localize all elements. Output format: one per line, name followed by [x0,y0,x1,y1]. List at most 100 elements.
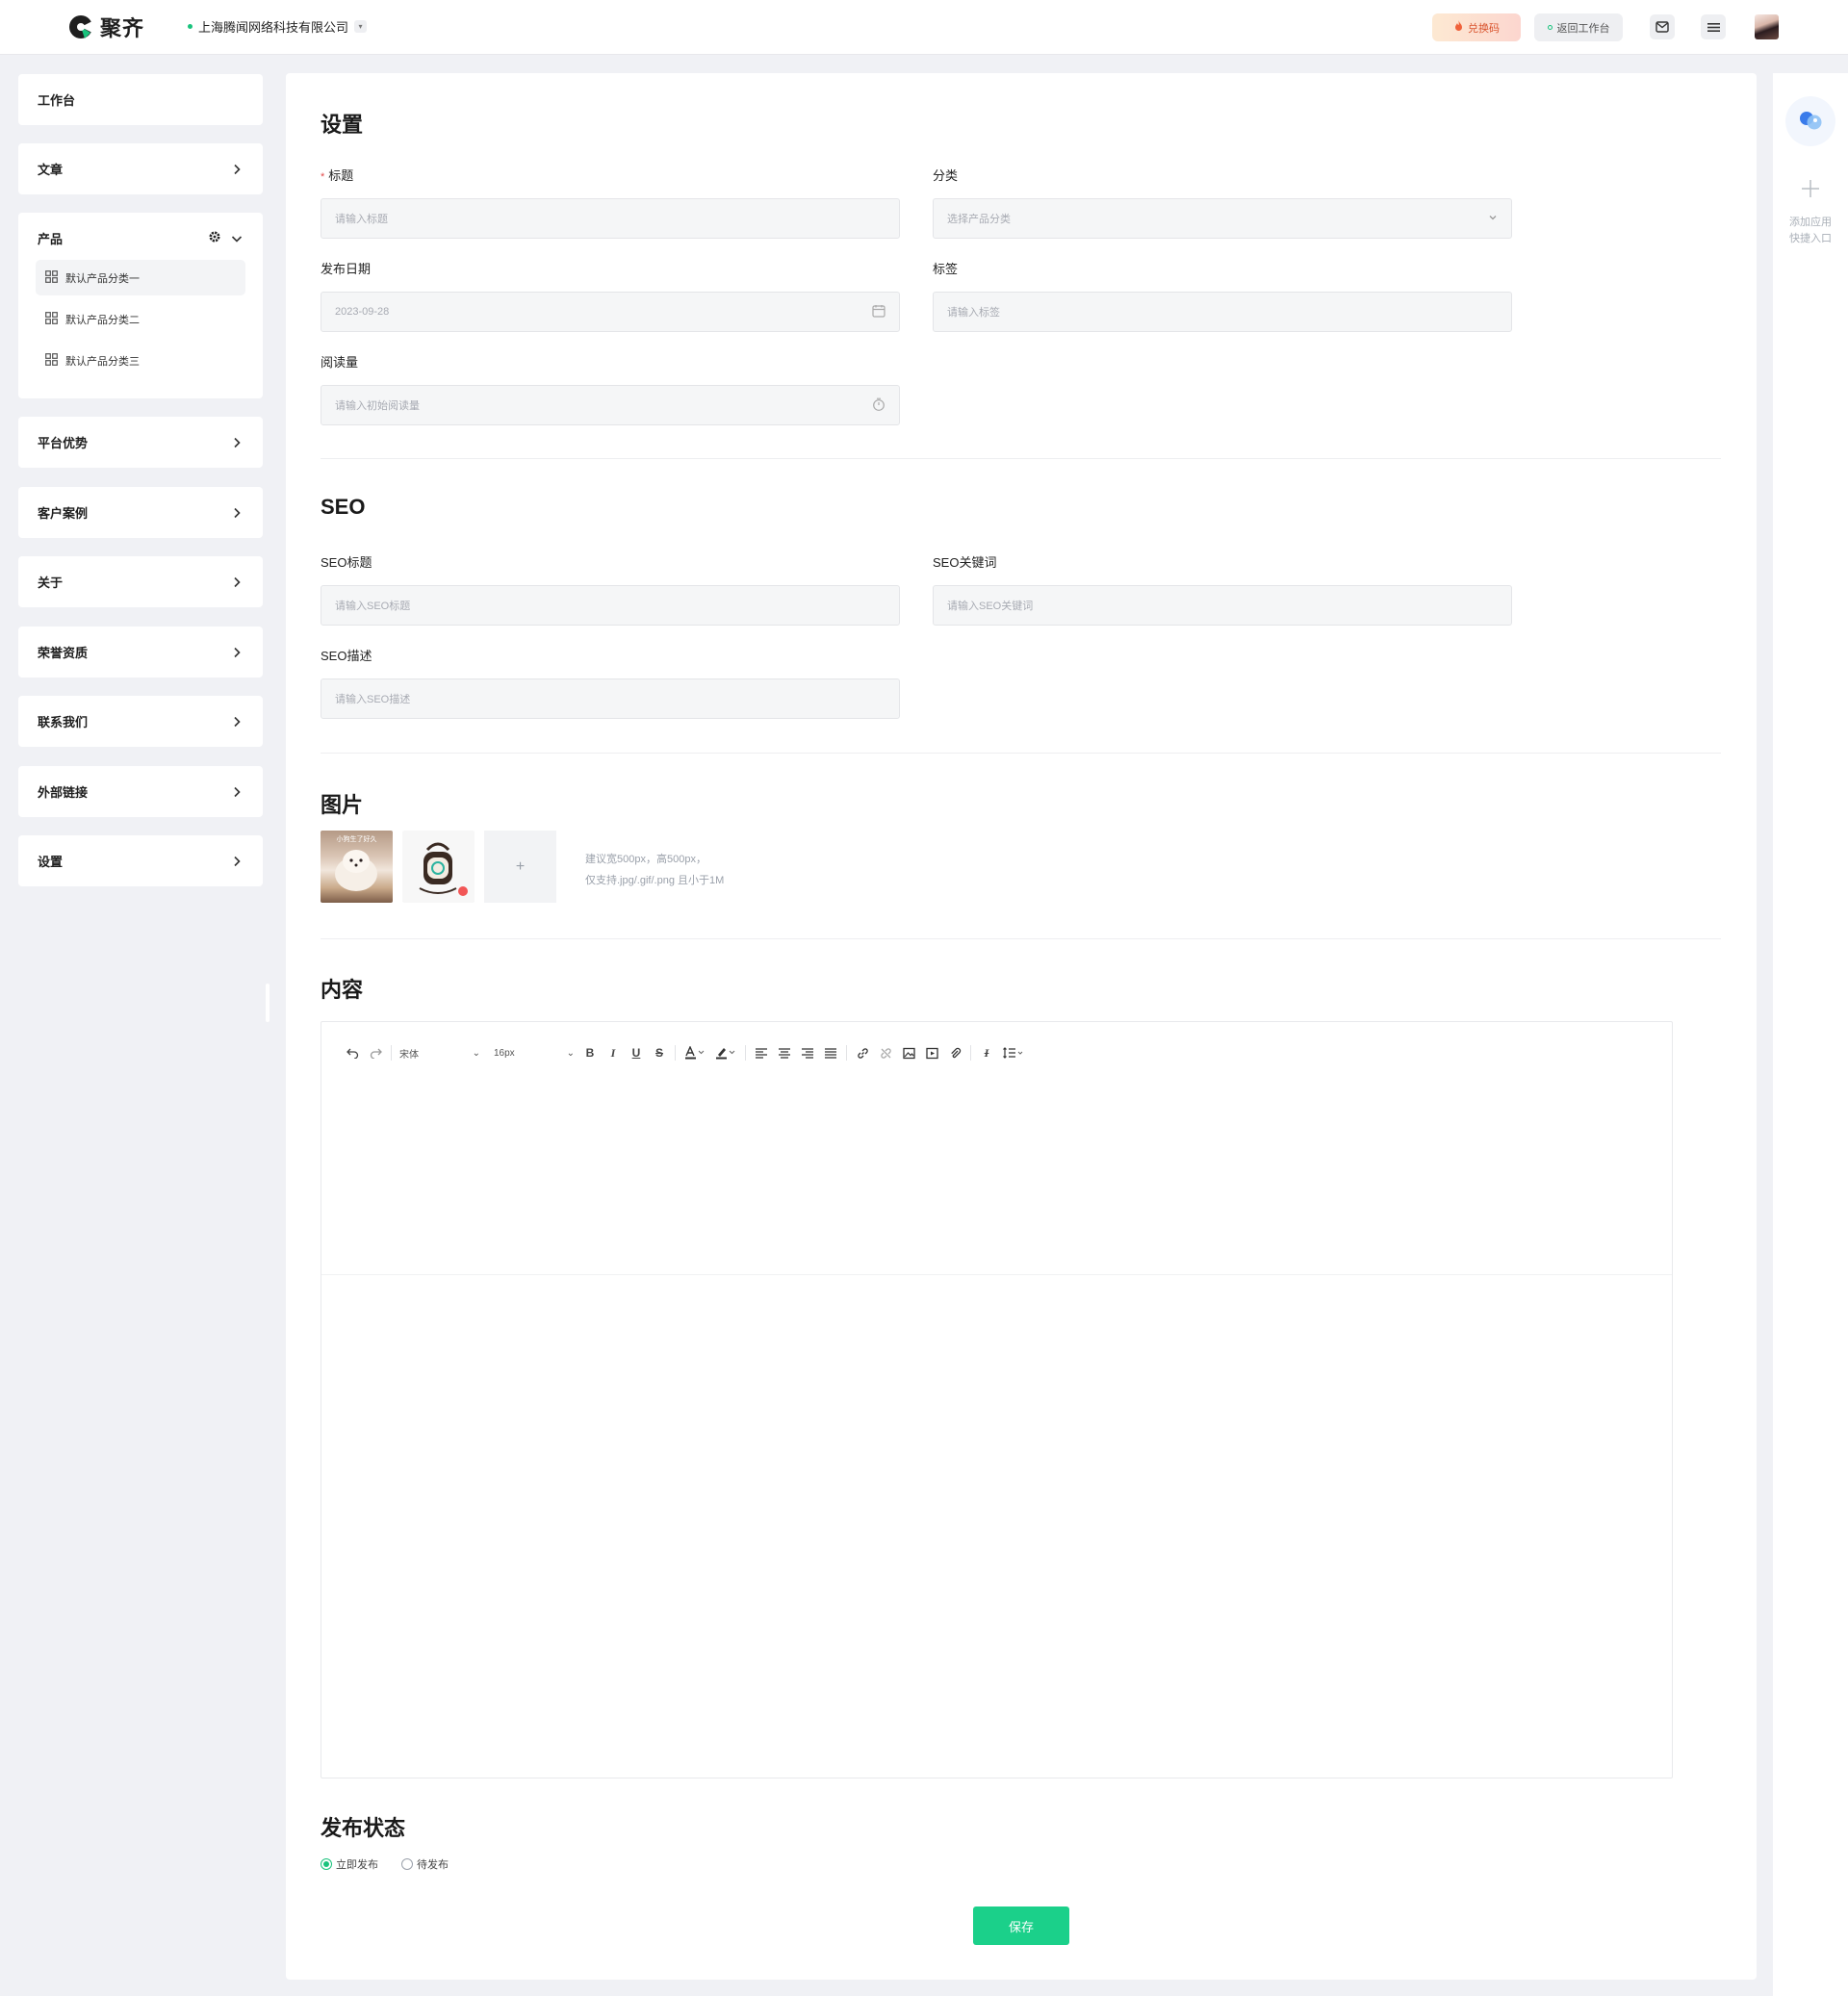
align-right-icon[interactable] [800,1045,815,1061]
highlight-color-icon[interactable] [714,1045,737,1061]
user-avatar[interactable] [1755,14,1779,39]
publish-section-title: 发布状态 [321,1816,406,1840]
underline-icon[interactable]: U [629,1045,644,1061]
sidebar-item-about[interactable]: 关于 [18,556,263,607]
mail-icon[interactable] [1650,14,1675,39]
publish-pending-radio[interactable]: 待发布 [401,1856,449,1872]
editor-toolbar: 宋体 ⌄ 16px ⌄ B I U S I [345,1041,1025,1064]
company-name: 上海腾闻网络科技有限公司 [198,20,349,35]
strikethrough-icon[interactable]: S [652,1045,667,1061]
chevron-down-icon[interactable] [230,232,244,245]
sidebar-item-customer-cases[interactable]: 客户案例 [18,487,263,538]
bold-icon[interactable]: B [582,1045,598,1061]
sidebar-item-contact[interactable]: 联系我们 [18,696,263,747]
sidebar-item-label: 文章 [38,163,64,177]
sidebar-item-label: 平台优势 [38,436,89,450]
sidebar-item-articles[interactable]: 文章 [18,143,263,194]
workbench-icon [1547,25,1553,30]
font-size-select[interactable]: 16px ⌄ [494,1048,575,1059]
sidebar-subitem-category-1[interactable]: 默认产品分类一 [36,260,245,295]
redeem-label: 兑换码 [1468,22,1500,35]
video-icon[interactable] [924,1045,939,1061]
sidebar-item-honors[interactable]: 荣誉资质 [18,627,263,678]
timer-icon [872,397,886,414]
seo-description-label: SEO描述 [321,649,372,663]
upload-hint: 建议宽500px，高500px， 仅支持.jpg/.gif/.png 且小于1M [585,854,725,886]
toolbar-separator [391,1045,392,1061]
editor-body-divider [321,1274,1672,1275]
italic-icon[interactable]: I [605,1045,621,1061]
category-label: 分类 [933,168,959,183]
chevron-right-icon [230,163,244,176]
views-input[interactable]: 请输入初始阅读量 [321,385,900,425]
sidebar-item-external-links[interactable]: 外部链接 [18,766,263,817]
menu-icon[interactable] [1701,14,1726,39]
switch-icon[interactable]: ▾ [354,20,368,33]
app-shortcut-icon[interactable] [1785,96,1835,146]
link-icon[interactable] [855,1045,870,1061]
add-app-label: 添加应用 快捷入口 [1789,217,1832,244]
sidebar-subitem-category-2[interactable]: 默认产品分类二 [36,301,245,337]
top-bar: 聚齐 上海腾闻网络科技有限公司 ▾ 兑换码 返回工作台 [0,0,1848,55]
chevron-right-icon [230,646,244,659]
chevron-down-icon: ⌄ [472,1047,480,1059]
views-label: 阅读量 [321,355,359,370]
sidebar-item-workbench[interactable]: 工作台 [18,74,263,125]
line-height-icon[interactable] [1002,1045,1025,1061]
seo-description-input[interactable]: 请输入SEO描述 [321,678,900,719]
align-left-icon[interactable] [754,1045,769,1061]
sidebar-item-label: 关于 [38,576,64,590]
seo-title-label: SEO标题 [321,555,372,570]
font-family-select[interactable]: 宋体 ⌄ [399,1046,480,1061]
sidebar-subitem-category-3[interactable]: 默认产品分类三 [36,343,245,378]
toolbar-separator [846,1045,847,1061]
sidebar-item-settings[interactable]: 设置 [18,835,263,886]
sidebar-subitem-label: 默认产品分类二 [65,314,140,326]
back-to-workbench-button[interactable]: 返回工作台 [1534,13,1623,41]
status-dot [188,24,192,29]
publish-now-radio[interactable]: 立即发布 [321,1856,378,1872]
sidebar-collapse-handle[interactable] [266,984,270,1022]
category-select[interactable]: 选择产品分类 [933,198,1512,239]
images-section-title: 图片 [321,793,364,817]
tags-input[interactable]: 请输入标签 [933,292,1512,332]
add-app-shortcut-button[interactable]: 添加应用 快捷入口 [1773,177,1848,247]
thumbnail-caption: 小狗生了好久 [336,836,377,843]
title-label: * 标题 [321,168,354,183]
chevron-right-icon [230,715,244,729]
tags-label: 标签 [933,262,959,276]
sidebar-item-products[interactable]: 产品 [18,213,263,264]
align-justify-icon[interactable] [823,1045,838,1061]
toolbar-separator [970,1045,971,1061]
redeem-button[interactable]: 兑换码 [1432,13,1521,41]
unlink-icon[interactable] [878,1045,893,1061]
chevron-right-icon [230,506,244,520]
logo-icon [67,13,94,40]
font-color-icon[interactable] [683,1045,706,1061]
sidebar-item-label: 外部链接 [38,785,89,800]
app-logo[interactable]: 聚齐 [67,12,144,42]
toolbar-separator [675,1045,676,1061]
image-upload-button[interactable]: + [484,831,556,903]
radio-unchecked-icon [401,1858,413,1870]
image-icon[interactable] [901,1045,916,1061]
gear-icon[interactable] [209,231,220,245]
undo-icon[interactable] [345,1045,360,1061]
publish-date-input[interactable]: 2023-09-28 [321,292,900,332]
image-thumbnail[interactable]: 小狗生了好久 [321,831,393,903]
sidebar-item-platform-advantages[interactable]: 平台优势 [18,417,263,468]
sidebar-item-label: 客户案例 [38,506,89,521]
attachment-icon[interactable] [947,1045,962,1061]
redo-icon[interactable] [368,1045,383,1061]
align-center-icon[interactable] [777,1045,792,1061]
seo-title-input[interactable]: 请输入SEO标题 [321,585,900,626]
image-thumbnail[interactable] [402,831,475,903]
rich-text-editor[interactable]: 宋体 ⌄ 16px ⌄ B I U S I [321,1021,1673,1778]
save-button[interactable]: 保存 [973,1906,1069,1945]
chevron-down-icon [1488,213,1498,225]
chevron-right-icon [230,436,244,449]
clear-format-icon[interactable]: I [979,1045,994,1061]
title-input[interactable]: 请输入标题 [321,198,900,239]
seo-keywords-input[interactable]: 请输入SEO关键词 [933,585,1512,626]
company-switcher[interactable]: 上海腾闻网络科技有限公司 ▾ [188,17,368,36]
